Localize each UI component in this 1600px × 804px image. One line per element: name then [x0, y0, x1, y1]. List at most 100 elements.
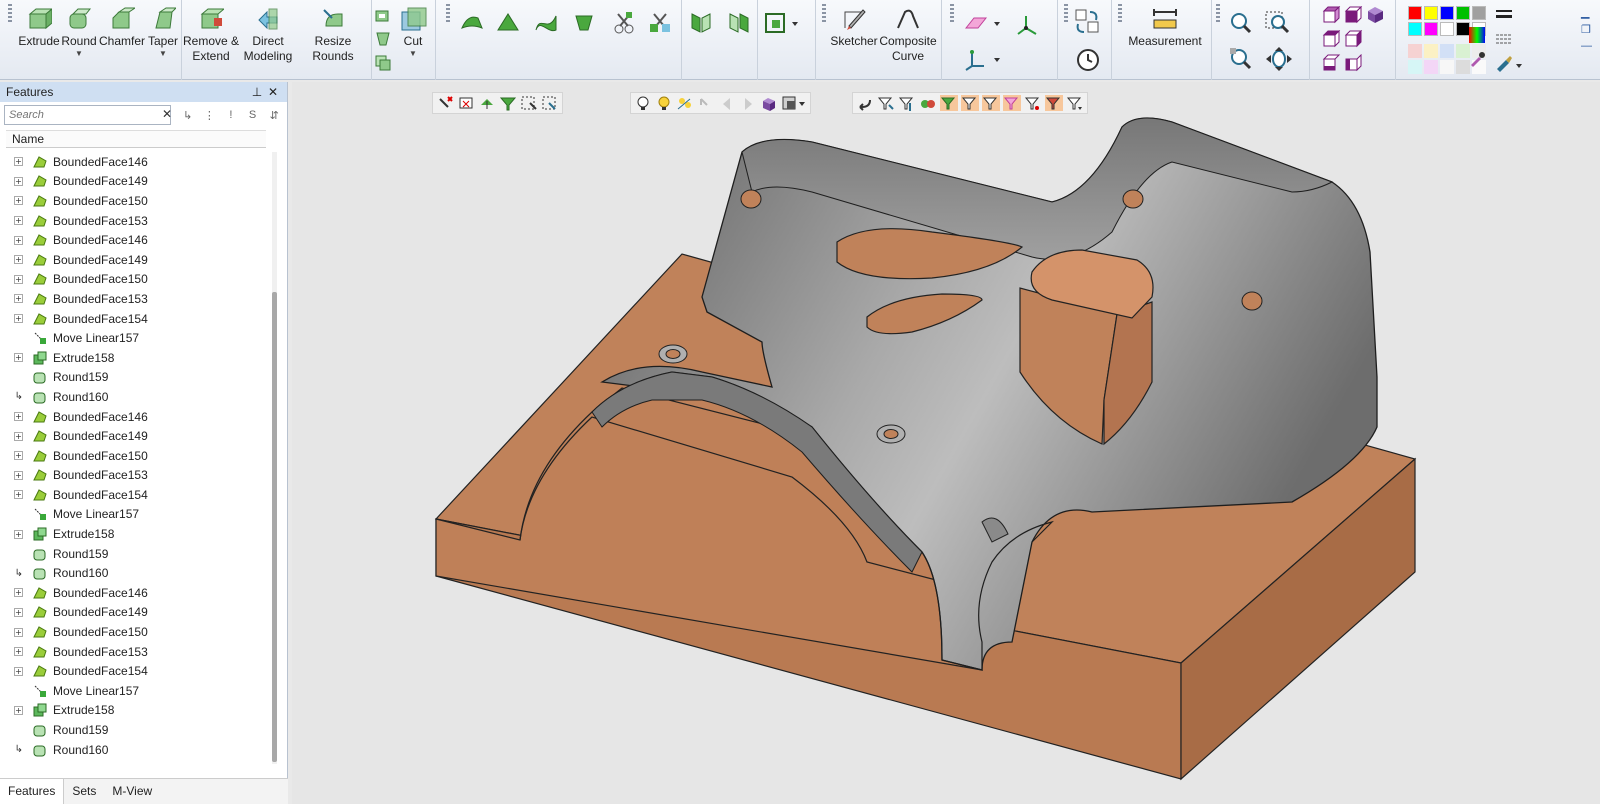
swatch[interactable] — [1408, 44, 1422, 58]
hole-top-left[interactable] — [740, 189, 762, 209]
sort-icon[interactable]: S — [244, 109, 262, 121]
tree-item[interactable]: + BoundedFace153 — [14, 642, 270, 662]
filter-down-icon[interactable]: ↳ — [179, 109, 197, 122]
swatch[interactable] — [1424, 22, 1438, 36]
swatch[interactable] — [1472, 6, 1486, 20]
minimize-icon[interactable]: ▁ — [1581, 6, 1592, 19]
tree-item[interactable]: + BoundedFace153 — [14, 289, 270, 309]
hole-front-mid-inner[interactable] — [883, 429, 899, 439]
hole-front-left-inner[interactable] — [665, 349, 681, 359]
order-icon[interactable]: ⇵ — [265, 109, 283, 122]
tree-item[interactable]: + BoundedFace150 — [14, 446, 270, 466]
expand-icon[interactable]: + — [14, 255, 23, 265]
warnings-icon[interactable]: ! — [222, 109, 240, 121]
tree-item[interactable]: ↳ Round160 — [14, 563, 270, 583]
expand-icon[interactable]: + — [14, 431, 23, 441]
line-thickness-icon[interactable] — [1494, 8, 1514, 22]
swatch[interactable] — [1424, 44, 1438, 58]
expand-icon[interactable]: + — [14, 216, 23, 226]
tab-m-view[interactable]: M-View — [104, 779, 160, 804]
tree-item[interactable]: Move Linear157 — [14, 681, 270, 701]
tree-item[interactable]: + BoundedFace146 — [14, 407, 270, 427]
tree-item[interactable]: + Extrude158 — [14, 524, 270, 544]
expand-icon[interactable]: + — [14, 666, 23, 676]
tree-item[interactable]: + BoundedFace146 — [14, 230, 270, 250]
tree-item[interactable]: + BoundedFace153 — [14, 466, 270, 486]
expand-icon[interactable]: + — [14, 627, 23, 637]
feature-tree: + BoundedFace146 + BoundedFace149 + BoundedFa… — [14, 152, 270, 759]
tree-item[interactable]: + BoundedFace154 — [14, 485, 270, 505]
clear-search-icon[interactable]: ✕ — [162, 107, 172, 121]
search-input[interactable] — [4, 105, 171, 125]
expand-icon[interactable]: + — [14, 490, 23, 500]
tree-item[interactable]: ↳ Round160 — [14, 387, 270, 407]
swatch[interactable] — [1408, 60, 1422, 74]
restore-icon[interactable]: ❐ — [1581, 23, 1592, 36]
swatch[interactable] — [1456, 6, 1470, 20]
round-feature-icon — [33, 725, 46, 737]
tree-item[interactable]: + BoundedFace146 — [14, 152, 270, 172]
expand-icon[interactable]: + — [14, 353, 23, 363]
tree-scrollbar[interactable] — [272, 152, 277, 764]
tree-item[interactable]: ↳ Round160 — [14, 740, 270, 760]
tree-item[interactable]: Round159 — [14, 544, 270, 564]
tree-item[interactable]: + BoundedFace153 — [14, 211, 270, 231]
part-model[interactable] — [292, 82, 1600, 804]
expand-icon[interactable]: + — [14, 157, 23, 167]
expand-icon[interactable]: + — [14, 176, 23, 186]
tree-item[interactable]: + BoundedFace149 — [14, 172, 270, 192]
tree-item[interactable]: Round159 — [14, 720, 270, 740]
expand-icon[interactable]: + — [14, 314, 23, 324]
tree-item[interactable]: + BoundedFace146 — [14, 583, 270, 603]
expand-icon[interactable]: + — [14, 607, 23, 617]
close-window-icon[interactable]: — — [1581, 40, 1592, 52]
tree-item[interactable]: Move Linear157 — [14, 328, 270, 348]
swatch[interactable] — [1424, 6, 1438, 20]
expand-icon[interactable]: + — [14, 235, 23, 245]
expand-icon[interactable]: + — [14, 294, 23, 304]
expand-icon[interactable]: + — [14, 274, 23, 284]
filter-chain-icon[interactable]: ⋮ — [201, 109, 219, 122]
tree-item[interactable]: + BoundedFace154 — [14, 661, 270, 681]
swatch[interactable] — [1440, 22, 1454, 36]
tree-item[interactable]: + BoundedFace150 — [14, 622, 270, 642]
tree-item[interactable]: + Extrude158 — [14, 701, 270, 721]
column-header-name[interactable]: Name — [6, 130, 266, 148]
swatch[interactable] — [1408, 22, 1422, 36]
scroll-thumb[interactable] — [272, 292, 277, 762]
model-viewport[interactable] — [292, 82, 1600, 804]
swatch[interactable] — [1424, 60, 1438, 74]
color-picker-icon[interactable] — [1468, 26, 1486, 44]
tab-sets[interactable]: Sets — [64, 779, 104, 804]
expand-icon[interactable]: + — [14, 647, 23, 657]
expand-icon[interactable]: + — [14, 529, 23, 539]
tree-item[interactable]: + Extrude158 — [14, 348, 270, 368]
expand-icon[interactable]: + — [14, 705, 23, 715]
close-panel-icon[interactable]: ✕ — [265, 85, 281, 99]
hole-right[interactable] — [1241, 291, 1263, 311]
tree-item[interactable]: + BoundedFace149 — [14, 250, 270, 270]
expand-icon[interactable]: + — [14, 588, 23, 598]
tree-item[interactable]: + BoundedFace149 — [14, 603, 270, 623]
hole-top-right[interactable] — [1122, 189, 1144, 209]
swatch[interactable] — [1440, 44, 1454, 58]
paint-brush-icon[interactable] — [1494, 54, 1524, 72]
line-style-icon[interactable] — [1494, 32, 1514, 46]
expand-icon[interactable]: + — [14, 196, 23, 206]
tree-item[interactable]: Round159 — [14, 368, 270, 388]
tree-item[interactable]: + BoundedFace154 — [14, 309, 270, 329]
swatch[interactable] — [1440, 60, 1454, 74]
pin-icon[interactable]: ⊥ — [249, 85, 265, 99]
expand-icon[interactable]: + — [14, 451, 23, 461]
eyedropper-icon[interactable] — [1468, 50, 1486, 68]
swatch[interactable] — [1440, 6, 1454, 20]
tree-item[interactable]: + BoundedFace150 — [14, 191, 270, 211]
tree-item[interactable]: + BoundedFace149 — [14, 426, 270, 446]
tree-item[interactable]: Move Linear157 — [14, 505, 270, 525]
ribbon: Extrude Round ▼ Chamfer Taper ▼ Remove &… — [0, 0, 1600, 80]
swatch[interactable] — [1408, 6, 1422, 20]
tab-features[interactable]: Features — [0, 779, 65, 804]
tree-item[interactable]: + BoundedFace150 — [14, 270, 270, 290]
expand-icon[interactable]: + — [14, 470, 23, 480]
expand-icon[interactable]: + — [14, 412, 23, 422]
